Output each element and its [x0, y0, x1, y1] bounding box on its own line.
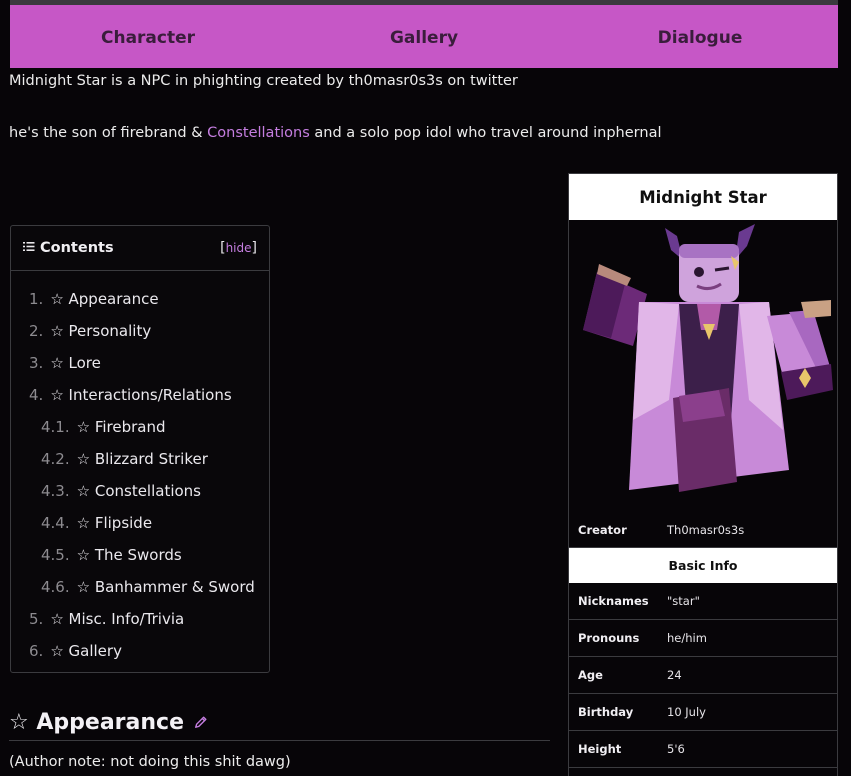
toc-item-gallery[interactable]: 6. ☆ Gallery [11, 635, 269, 667]
toc-item-the-swords[interactable]: 4.5. ☆ The Swords [11, 539, 269, 571]
toc-num: 2. [29, 322, 44, 340]
toc-label: ☆ Lore [50, 354, 101, 372]
constellations-link[interactable]: Constellations [207, 125, 310, 141]
toc-num: 4. [29, 386, 44, 404]
basic-info-header: Basic Info [569, 548, 837, 583]
tab-character[interactable]: Character [10, 26, 286, 48]
tab-gallery[interactable]: Gallery [286, 26, 562, 48]
toc-label: ☆ Misc. Info/Trivia [50, 610, 185, 628]
info-row-height: Height 5'6 [569, 731, 837, 768]
intro-line-1: Midnight Star is a NPC in phighting crea… [9, 73, 518, 89]
toc-label: ☆ Blizzard Striker [76, 450, 208, 468]
toc-num: 4.6. [41, 578, 70, 596]
info-row-birthday: Birthday 10 July [569, 694, 837, 731]
info-label: Nicknames [578, 594, 649, 608]
appearance-heading: ☆ Appearance [9, 704, 550, 741]
toc-header: Contents [hide] [11, 226, 269, 271]
toc-item-misc-info[interactable]: 5. ☆ Misc. Info/Trivia [11, 603, 269, 635]
creator-value: Th0masr0s3s [667, 522, 745, 537]
toc-num: 1. [29, 290, 44, 308]
info-label: Age [578, 668, 603, 682]
toc-label: ☆ Banhammer & Sword [76, 578, 255, 596]
info-row-nicknames: Nicknames "star" [569, 583, 837, 620]
toc-label: ☆ Interactions/Relations [50, 386, 232, 404]
toc-hide-link[interactable]: hide [226, 241, 252, 255]
toc-item-personality[interactable]: 2. ☆ Personality [11, 315, 269, 347]
pencil-icon[interactable] [194, 715, 208, 729]
toc-label: ☆ Gallery [50, 642, 122, 660]
toc-list: 1. ☆ Appearance 2. ☆ Personality 3. ☆ Lore … [11, 271, 269, 667]
toc-num: 4.1. [41, 418, 70, 436]
toc-label: ☆ Constellations [76, 482, 201, 500]
info-value: 24 [667, 668, 682, 682]
toc-item-interactions[interactable]: 4. ☆ Interactions/Relations [11, 379, 269, 411]
toc-item-banhammer-sword[interactable]: 4.6. ☆ Banhammer & Sword [11, 571, 269, 603]
toc-label: ☆ The Swords [76, 546, 182, 564]
intro-line-2-end: and a solo pop idol who travel around in… [309, 125, 662, 141]
info-value: "star" [667, 594, 700, 608]
character-render [583, 224, 833, 492]
toc-item-lore[interactable]: 3. ☆ Lore [11, 347, 269, 379]
character-infobox: Midnight Star Creator Th0masr0s3s Basic … [568, 173, 838, 776]
info-label: Birthday [578, 705, 634, 719]
toc-item-flipside[interactable]: 4.4. ☆ Flipside [11, 507, 269, 539]
info-value: 5'6 [667, 742, 685, 756]
toc-num: 4.5. [41, 546, 70, 564]
toc-item-blizzard-striker[interactable]: 4.2. ☆ Blizzard Striker [11, 443, 269, 475]
list-icon-graphic [23, 241, 35, 251]
character-image [569, 220, 837, 512]
appearance-heading-text: ☆ Appearance [9, 709, 184, 735]
toc-label: ☆ Firebrand [76, 418, 166, 436]
infobox-title: Midnight Star [569, 174, 837, 220]
toc-item-firebrand[interactable]: 4.1. ☆ Firebrand [11, 411, 269, 443]
intro-line-2-start: he's the son of firebrand & [9, 125, 208, 141]
toc-toggle: [hide] [220, 240, 257, 256]
info-value: 10 July [667, 705, 706, 719]
intro-line-2: he's the son of firebrand & Constellatio… [9, 125, 661, 141]
list-icon [23, 241, 35, 256]
info-row-creator: Creator Th0masr0s3s [569, 512, 837, 548]
toc-num: 6. [29, 642, 44, 660]
author-note: (Author note: not doing this shit dawg) [9, 754, 291, 770]
toc-num: 4.3. [41, 482, 70, 500]
tab-dialogue[interactable]: Dialogue [562, 26, 838, 48]
toc-label: ☆ Flipside [76, 514, 153, 532]
table-of-contents: Contents [hide] 1. ☆ Appearance 2. ☆ Perso… [10, 225, 270, 673]
toc-num: 5. [29, 610, 44, 628]
toc-num: 4.4. [41, 514, 70, 532]
toc-item-constellations[interactable]: 4.3. ☆ Constellations [11, 475, 269, 507]
toc-num: 3. [29, 354, 44, 372]
creator-label: Creator [578, 522, 627, 537]
toc-bracket-close: ] [251, 240, 257, 256]
info-label: Height [578, 742, 622, 756]
toc-item-appearance[interactable]: 1. ☆ Appearance [11, 283, 269, 315]
info-row-age: Age 24 [569, 657, 837, 694]
tab-bar: Character Gallery Dialogue [10, 5, 838, 68]
info-label: Pronouns [578, 631, 640, 645]
toc-label: ☆ Personality [50, 322, 152, 340]
toc-title: Contents [40, 240, 114, 256]
toc-num: 4.2. [41, 450, 70, 468]
info-row-pronouns: Pronouns he/him [569, 620, 837, 657]
info-value: he/him [667, 631, 707, 645]
toc-label: ☆ Appearance [50, 290, 159, 308]
